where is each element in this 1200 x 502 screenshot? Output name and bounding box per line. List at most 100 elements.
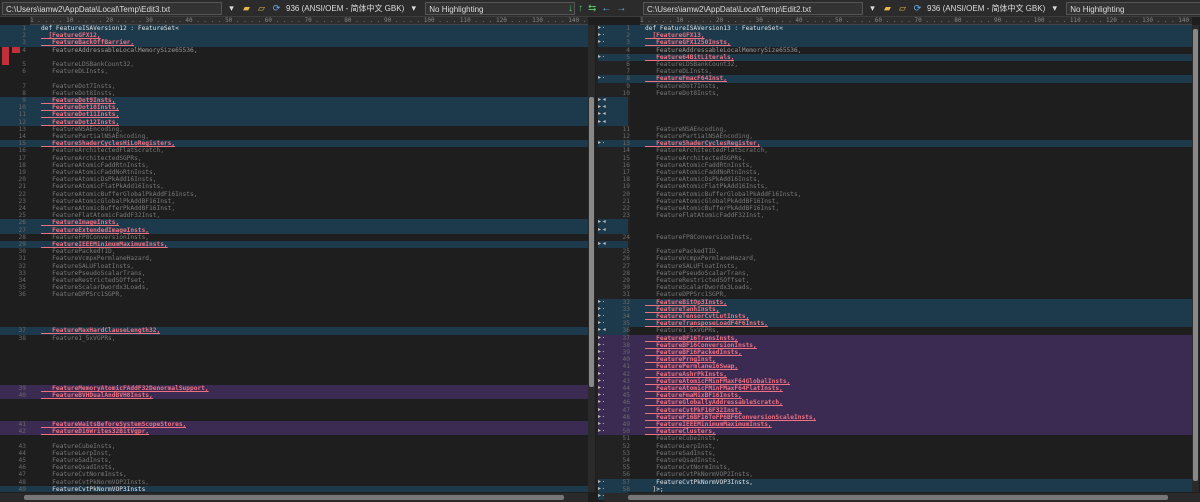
text-line[interactable]: 24 FeatureFP8ConversionInsts, [604, 234, 1192, 241]
text-line[interactable]: 48 FeatureCvtPkNormVOP2Insts, [0, 479, 588, 486]
text-line[interactable]: 53 FeatureSadInsts, [604, 450, 1192, 457]
text-line[interactable] [0, 399, 588, 406]
left-horizontal-scrollbar[interactable] [0, 493, 588, 502]
text-line[interactable]: 43 FeatureCubeInsts, [0, 443, 588, 450]
text-line[interactable]: 14 FeaturePartialNSAEncoding, [0, 133, 588, 140]
text-line[interactable]: 14 FeatureArchitectedFlatScratch, [604, 147, 1192, 154]
right-scroll-thumb[interactable] [1193, 29, 1198, 481]
text-line[interactable]: 7 FeatureDot7Insts, [0, 83, 588, 90]
text-line[interactable]: 44 FeatureLerpInst, [0, 450, 588, 457]
text-line[interactable]: 4 FeatureAddressableLocalMemorySize65536… [604, 47, 1192, 54]
browse-folder-icon[interactable]: ▱ [256, 3, 267, 14]
text-line[interactable]: 28 FeatureFP8ConversionInsts, [0, 234, 588, 241]
encoding-dropdown-icon[interactable]: ▾ [1049, 3, 1060, 14]
text-line[interactable]: 26 FeatureImageInsts, [0, 219, 588, 227]
text-line[interactable] [0, 414, 588, 421]
text-line[interactable]: 21 FeatureAtomicFlatPkAdd16Insts, [0, 183, 588, 190]
text-line[interactable]: 34 FeatureTensorCvtLutInsts, [604, 313, 1192, 321]
text-line[interactable] [0, 435, 588, 442]
text-line[interactable]: 54 FeatureQsadInsts, [604, 457, 1192, 464]
dropdown-icon[interactable]: ▾ [867, 3, 878, 14]
text-line[interactable]: 40 FeatureBVHDualAndBVH8Insts, [0, 392, 588, 400]
text-line[interactable]: 12 FeatureDot12Insts, [0, 118, 588, 126]
text-line[interactable]: 27 FeatureSALUFloatInsts, [604, 263, 1192, 270]
text-line[interactable]: 36 Feature1_5xVGPRs, [604, 327, 1192, 334]
text-line[interactable]: 22 FeatureAtomicBufferPkAddBF16Inst, [604, 205, 1192, 212]
text-line[interactable]: 38 FeatureBF16ConversionInsts, [604, 341, 1192, 349]
text-line[interactable]: 38 Feature1_5xVGPRs, [0, 335, 588, 342]
left-text-pane[interactable]: 1 def FeatureISAVersion12 : FeatureSet< 2 … [0, 25, 588, 492]
text-line[interactable]: 1 def FeatureISAVersion12 : FeatureSet< [0, 25, 588, 33]
text-line[interactable] [604, 111, 1192, 118]
text-line[interactable] [0, 306, 588, 313]
text-line[interactable]: 43 FeatureAtomicFMinFMaxF64GlobalInsts, [604, 377, 1192, 385]
text-line[interactable]: 27 FeatureExtendedImageInsts, [0, 226, 588, 234]
text-line[interactable]: 16 FeatureAtomicFaddRtnInsts, [604, 162, 1192, 169]
text-line[interactable]: 15 FeatureShaderCyclesHiLoRegisters, [0, 140, 588, 148]
copy-right-icon[interactable]: → [616, 2, 626, 15]
text-line[interactable]: 2 [FeatureGFX12, [0, 32, 588, 40]
swap-icon[interactable]: ⇆ [588, 2, 596, 15]
text-line[interactable]: 29 FeatureIEEEMinimumMaximumInsts, [0, 241, 588, 249]
text-line[interactable]: 20 FeatureAtomicDsPkAdd16Insts, [0, 176, 588, 183]
text-line[interactable]: 39 FeatureMemoryAtomicFAddF32DenormalSup… [0, 385, 588, 393]
text-line[interactable]: 10 FeatureDot8Insts, [604, 90, 1192, 97]
text-line[interactable]: 32 FeatureSALUFloatInsts, [0, 263, 588, 270]
text-line[interactable]: 47 FeatureCvtNormInsts, [0, 471, 588, 478]
text-line[interactable]: 51 FeatureCubeInsts, [604, 435, 1192, 442]
text-line[interactable]: 41 FeatureWaitsBeforeSystemScopeStores, [0, 421, 588, 429]
right-encoding[interactable]: 936 (ANSI/OEM - 简体中文 GBK) [927, 3, 1045, 14]
text-line[interactable]: 32 FeatureBitOp3Insts, [604, 298, 1192, 306]
text-line[interactable] [0, 299, 588, 306]
text-line[interactable] [604, 97, 1192, 104]
text-line[interactable]: 6 FeatureDLInsts, [0, 68, 588, 75]
text-line[interactable]: 25 FeaturePackedTID, [604, 248, 1192, 255]
text-line[interactable]: 57 FeatureCvtPkNormVOP3Insts, [604, 478, 1192, 486]
dropdown-icon[interactable]: ▾ [226, 3, 237, 14]
prev-difference-icon[interactable]: ↑ [578, 2, 583, 15]
text-line[interactable]: 20 FeatureAtomicBufferGlobalPkAddF16Inst… [604, 191, 1192, 198]
text-line[interactable]: 46 FeatureQsadInsts, [0, 464, 588, 471]
text-line[interactable]: 19 FeatureAtomicFaddNoRtnInsts, [0, 169, 588, 176]
text-line[interactable] [0, 54, 588, 61]
text-line[interactable]: 47 FeatureCvtPkF16F32Inst, [604, 406, 1192, 414]
next-difference-icon[interactable]: ↓ [568, 2, 573, 15]
text-line[interactable]: 11 FeatureDot11Insts, [0, 111, 588, 119]
open-folder-icon[interactable]: ▰ [241, 3, 252, 14]
text-line[interactable]: 19 FeatureAtomicFlatPkAdd16Insts, [604, 183, 1192, 190]
text-line[interactable]: 36 FeatureDPPSrc1SGPR, [0, 291, 588, 298]
text-line[interactable]: 17 FeatureArchitectedSGPRs, [0, 155, 588, 162]
text-line[interactable]: 45 FeatureSadInsts, [0, 457, 588, 464]
text-line[interactable]: 34 FeatureRestrictedSOffset, [0, 277, 588, 284]
left-scroll-thumb[interactable] [589, 97, 594, 387]
text-line[interactable]: 39 FeatureBF16PackedInsts, [604, 349, 1192, 357]
text-line[interactable]: 9 FeatureDot7Insts, [604, 83, 1192, 90]
text-line[interactable]: 50 FeatureClusters, [604, 428, 1192, 436]
text-line[interactable]: 30 FeaturePackedTID, [0, 248, 588, 255]
open-folder-icon[interactable]: ▰ [882, 3, 893, 14]
text-line[interactable]: 2 [FeatureGFX13, [604, 32, 1192, 40]
text-line[interactable]: 35 FeatureTransposeLoadF4F6Insts, [604, 320, 1192, 328]
text-line[interactable] [0, 363, 588, 370]
text-line[interactable] [604, 227, 1192, 234]
left-hscroll-thumb[interactable] [24, 495, 564, 500]
text-line[interactable]: 49 FeatureIEEEMinimumMaximumInsts, [604, 421, 1192, 429]
text-line[interactable]: 5 Feature64BitLiterals, [604, 53, 1192, 61]
text-line[interactable]: 6 FeatureLDSBankCount32, [604, 61, 1192, 68]
refresh-icon[interactable]: ⟳ [271, 3, 282, 14]
text-line[interactable]: 40 FeaturePrngInst, [604, 356, 1192, 364]
encoding-dropdown-icon[interactable]: ▾ [408, 3, 419, 14]
text-line[interactable] [0, 313, 588, 320]
text-line[interactable]: 42 FeatureAshrPkInsts, [604, 370, 1192, 378]
text-line[interactable]: 49 FeatureCvtPkNormVOP3Insts [0, 485, 588, 492]
text-line[interactable] [0, 320, 588, 327]
text-line[interactable]: 18 FeatureAtomicDsPkAdd16Insts, [604, 176, 1192, 183]
text-line[interactable] [0, 342, 588, 349]
text-line[interactable]: 42 FeatureD16Writes32BitVgpr, [0, 428, 588, 436]
left-vertical-scrollbar[interactable] [588, 25, 595, 492]
text-line[interactable]: 45 FeatureFmaMixBF16Insts, [604, 392, 1192, 400]
text-line[interactable]: 18 FeatureAtomicFaddRtnInsts, [0, 162, 588, 169]
text-line[interactable]: 46 FeatureGloballyAddressableScratch, [604, 399, 1192, 407]
text-line[interactable] [604, 119, 1192, 126]
text-line[interactable]: 11 FeatureNSAEncoding, [604, 126, 1192, 133]
